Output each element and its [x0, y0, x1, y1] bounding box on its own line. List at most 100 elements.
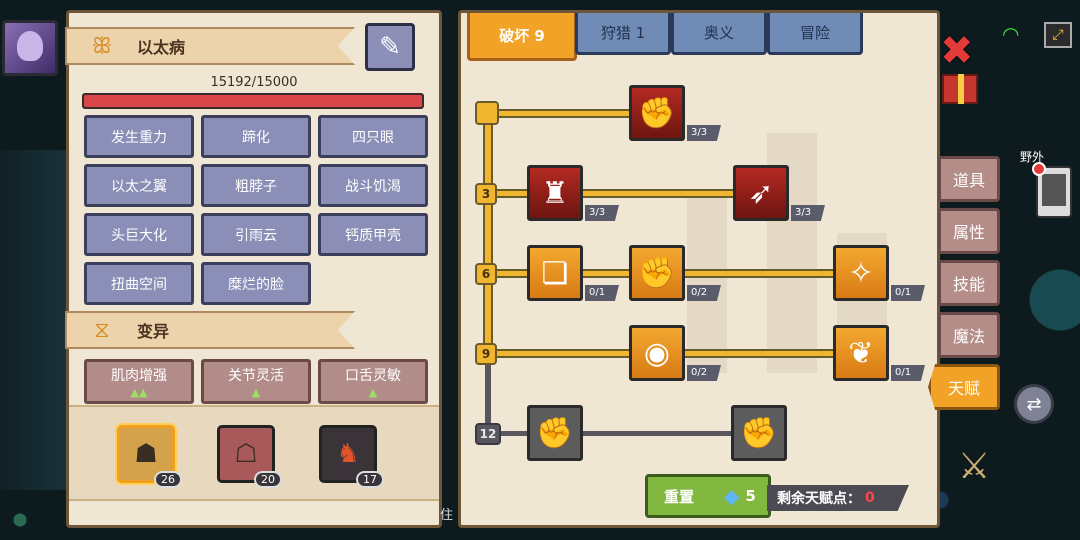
talent-count: 3/3: [687, 125, 721, 141]
sword-icon[interactable]: ⚔: [958, 446, 990, 487]
tab-hunting[interactable]: 狩猎 1: [575, 13, 671, 55]
tab-mystery[interactable]: 奥义: [671, 13, 767, 55]
pet-slot-1[interactable]: ☗ 26: [117, 425, 182, 488]
talent-arm-wrestle[interactable]: ✊: [629, 85, 685, 141]
mutation-button[interactable]: 口舌灵敏 ▲: [318, 359, 428, 404]
talent-locked-fist-b[interactable]: ✊: [731, 405, 787, 461]
tier-marker: 6: [475, 263, 497, 285]
talent-fist-punch[interactable]: ✊: [629, 245, 685, 301]
fist-punch-icon: ✊: [638, 255, 676, 291]
talent-tabs: 破坏 9 狩猎 1 奥义 冒险: [461, 13, 937, 61]
golem-icon: ☗: [134, 439, 158, 469]
splash-blade-icon: ✧: [848, 255, 874, 291]
card-slash-icon: ❏: [541, 255, 569, 291]
arm-wrestle-icon: ✊: [638, 95, 676, 131]
pet-level: 17: [356, 471, 384, 488]
trait-button[interactable]: 以太之翼: [84, 164, 194, 207]
tree-branch-row1: [485, 191, 745, 196]
talent-bat-wings[interactable]: ❦: [833, 325, 889, 381]
talent-ring-pulse[interactable]: ◉: [629, 325, 685, 381]
disease-name: 以太病: [137, 38, 186, 57]
talent-panel: 破坏 9 狩猎 1 奥义 冒险 3 6 9 12 ✊ 3/3 ♜ 3/3 ➶ 3…: [458, 10, 940, 528]
side-tab-items[interactable]: 道具: [938, 156, 1000, 202]
trait-button[interactable]: 头巨大化: [84, 213, 194, 256]
mutation-level-arrows: ▲▲: [130, 386, 148, 399]
tree-root: [475, 101, 499, 125]
reset-button[interactable]: 重置 ◆ 5: [645, 474, 771, 518]
mutation-level-arrows: ▲: [368, 386, 378, 399]
remaining-label: 剩余天赋点：: [777, 491, 861, 507]
pet-slot-2[interactable]: ☖ 20: [217, 425, 282, 488]
talent-splash-blade[interactable]: ✧: [833, 245, 889, 301]
partial-text: 住: [440, 508, 454, 523]
reset-cost: 5: [745, 487, 756, 505]
trait-button[interactable]: 引雨云: [201, 213, 311, 256]
pet-level: 20: [254, 471, 282, 488]
talent-count: 3/3: [791, 205, 825, 221]
bat-wings-icon: ❦: [848, 335, 874, 371]
talent-muscle-body[interactable]: ♜: [527, 165, 583, 221]
disease-ribbon: ꕥ 以太病: [65, 27, 355, 65]
ether-disease-icon: ꕥ: [91, 33, 113, 59]
ring-pulse-icon: ◉: [643, 335, 671, 371]
mutation-button[interactable]: 肌肉增强 ▲▲: [84, 359, 194, 404]
swap-icon[interactable]: ⇄: [1014, 384, 1054, 424]
mutation-level-arrows: ▲: [251, 386, 261, 399]
talent-card-slash[interactable]: ❏: [527, 245, 583, 301]
talent-count: 0/1: [891, 285, 925, 301]
robot-icon: ☖: [234, 439, 258, 469]
pet-level: 26: [154, 471, 182, 488]
talent-locked-fist-a[interactable]: ✊: [527, 405, 583, 461]
mutation-label: 肌肉增强: [111, 368, 167, 384]
mutation-label: 口舌灵敏: [345, 368, 401, 384]
character-status-panel: ꕥ 以太病 ✎ 15192/15000 发生重力 蹄化 四只眼 以太之翼 粗脖子 战斗饥渴…: [65, 10, 442, 528]
trait-button[interactable]: 发生重力: [84, 115, 194, 158]
talent-arrow-hit[interactable]: ➶: [733, 165, 789, 221]
tab-adventure[interactable]: 冒险: [767, 13, 863, 55]
trait-button[interactable]: 糜烂的脸: [201, 262, 311, 305]
gem-icon: ◆: [724, 484, 740, 508]
talent-count: 0/2: [687, 365, 721, 381]
mutation-button[interactable]: 关节灵活 ▲: [201, 359, 311, 404]
talent-count: 3/3: [585, 205, 619, 221]
side-tab-skills[interactable]: 技能: [938, 260, 1000, 306]
close-icon[interactable]: ✖: [940, 28, 974, 74]
disease-hp-bar: [82, 93, 424, 109]
dragon-icon: ♞: [336, 439, 360, 469]
trait-grid: 发生重力 蹄化 四只眼以太之翼 粗脖子 战斗饥渴头巨大化 引雨云 钙质甲壳扭曲空间 糜烂的脸: [84, 115, 429, 305]
mutation-title: 变异: [137, 322, 170, 341]
fullscreen-icon[interactable]: ⤢: [1044, 22, 1072, 48]
mutation-grid: 肌肉增强 ▲▲ 关节灵活 ▲ 口舌灵敏 ▲: [84, 359, 428, 404]
disease-hp-fill: [84, 95, 422, 107]
syringe-button[interactable]: ✎: [365, 23, 415, 71]
character-avatar[interactable]: [2, 20, 58, 76]
trait-button[interactable]: 蹄化: [201, 115, 311, 158]
side-tab-talent[interactable]: 天赋: [928, 364, 1000, 410]
syringe-icon: ✎: [379, 32, 401, 62]
remaining-points: 剩余天赋点： 0: [767, 485, 909, 511]
arrow-hit-icon: ➶: [748, 175, 774, 211]
tree-branch-row0: [485, 111, 635, 116]
wifi-icon: ◠: [1002, 22, 1020, 46]
talent-count: 0/1: [891, 365, 925, 381]
trait-button[interactable]: 扭曲空间: [84, 262, 194, 305]
pets-area: ☗ 26 ☖ 20 ♞ 17: [69, 405, 439, 501]
trait-button[interactable]: 粗脖子: [201, 164, 311, 207]
mutation-label: 关节灵活: [228, 368, 284, 384]
trait-button[interactable]: 战斗饥渴: [318, 164, 428, 207]
trait-button[interactable]: 钙质甲壳: [318, 213, 428, 256]
remaining-value: 0: [865, 490, 875, 506]
side-tab-attributes[interactable]: 属性: [938, 208, 1000, 254]
tier-marker: 3: [475, 183, 497, 205]
world-edge: [0, 150, 66, 490]
pet-slot-3[interactable]: ♞ 17: [319, 425, 384, 488]
trait-button[interactable]: 四只眼: [318, 115, 428, 158]
fist-icon: ✊: [740, 415, 778, 451]
fist-icon: ✊: [536, 415, 574, 451]
gift-icon[interactable]: [942, 74, 978, 104]
tier-marker: 9: [475, 343, 497, 365]
muscle-body-icon: ♜: [541, 175, 569, 211]
tab-destruction[interactable]: 破坏 9: [467, 13, 577, 61]
mutation-ribbon: ⧖ 变异: [65, 311, 355, 349]
side-tab-magic[interactable]: 魔法: [938, 312, 1000, 358]
